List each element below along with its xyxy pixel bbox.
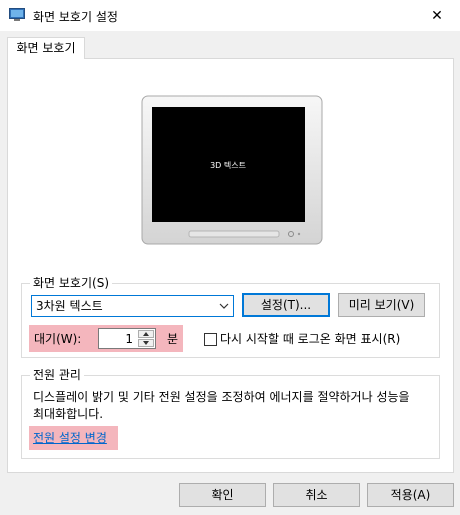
spin-up-button[interactable] [138, 330, 154, 338]
logon-checkbox[interactable] [204, 333, 217, 346]
settings-button[interactable]: 설정(T)... [242, 293, 330, 317]
screensaver-selected: 3차원 텍스트 [36, 299, 103, 313]
monitor-preview: 3D 텍스트 [141, 95, 323, 245]
close-icon: ✕ [431, 7, 443, 24]
preview-button[interactable]: 미리 보기(V) [338, 293, 425, 317]
chevron-up-icon [143, 332, 149, 336]
cancel-button[interactable]: 취소 [273, 483, 360, 507]
wait-minutes-spinner[interactable]: 1 [98, 328, 156, 349]
close-button[interactable]: ✕ [414, 0, 460, 31]
ok-button[interactable]: 확인 [179, 483, 266, 507]
apply-button-label: 적용(A) [390, 488, 431, 502]
wait-label: 대기(W): [34, 332, 82, 346]
preview-text: 3D 텍스트 [210, 160, 246, 170]
title-bar: 화면 보호기 설정 ✕ [0, 0, 460, 31]
change-power-settings-link[interactable]: 전원 설정 변경 [33, 430, 107, 446]
apply-button[interactable]: 적용(A) [367, 483, 454, 507]
cancel-button-label: 취소 [305, 488, 328, 502]
screensaver-dropdown[interactable]: 3차원 텍스트 [31, 295, 234, 317]
ok-button-label: 확인 [211, 488, 234, 502]
window-title: 화면 보호기 설정 [33, 10, 118, 24]
power-legend: 전원 관리 [30, 367, 84, 383]
spinner-arrows [138, 330, 154, 347]
power-description: 디스플레이 밝기 및 기타 전원 설정을 조정하여 에너지를 절약하거나 성능을… [33, 390, 410, 421]
preview-button-label: 미리 보기(V) [348, 298, 415, 312]
spin-down-button[interactable] [138, 339, 154, 347]
screensaver-app-icon [9, 8, 25, 21]
screensaver-legend: 화면 보호기(S) [30, 275, 112, 291]
logon-checkbox-label[interactable]: 다시 시작할 때 로그온 화면 표시(R) [220, 331, 400, 347]
tab-label: 화면 보호기 [16, 41, 76, 55]
chevron-down-icon [219, 303, 229, 309]
tab-screensaver[interactable]: 화면 보호기 [7, 37, 85, 59]
wait-unit: 분 [167, 332, 179, 346]
chevron-down-icon [143, 341, 149, 345]
wait-value: 1 [125, 332, 133, 346]
settings-button-label: 설정(T)... [260, 298, 312, 312]
